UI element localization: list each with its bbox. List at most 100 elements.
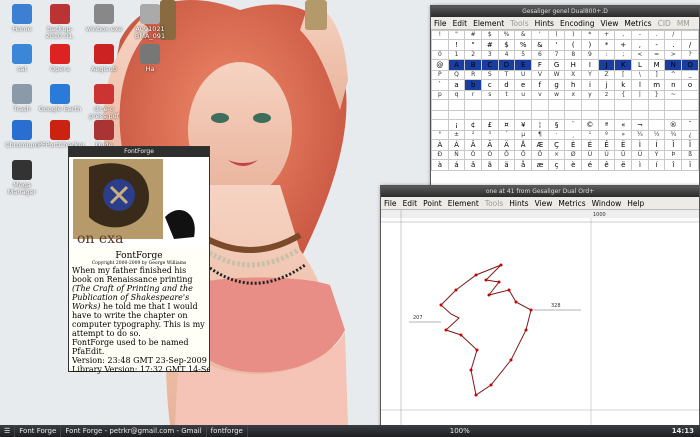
glyph-cell[interactable]: G [547, 59, 566, 71]
glyph-cell[interactable] [597, 99, 616, 111]
desktop-icon[interactable]: A091021 BMA_091 [128, 4, 172, 40]
taskbar-item-fontforge[interactable]: Font Forge [15, 425, 62, 437]
glyph-cell-label[interactable] [547, 110, 566, 120]
glyph-cell[interactable]: c [480, 79, 499, 91]
glyph-cell-label[interactable] [664, 110, 683, 120]
glyph-cell[interactable] [564, 99, 583, 111]
glyph-cell-label[interactable]: V [531, 70, 549, 80]
glyph-cell-label[interactable] [531, 110, 549, 120]
glyph-cell[interactable]: Ï [681, 139, 699, 151]
glyph-cell-label[interactable] [480, 110, 499, 120]
menu-item[interactable]: File [434, 19, 447, 28]
glyph-cell-label[interactable]: x [564, 90, 583, 100]
glyph-cell[interactable] [547, 99, 566, 111]
glyph-cell-label[interactable]: y [581, 90, 599, 100]
glyph-cell[interactable] [431, 99, 449, 111]
glyph-cell[interactable]: ë [614, 159, 633, 171]
glyph-cell[interactable] [681, 99, 699, 111]
glyph-cell[interactable]: § [547, 119, 566, 131]
glyph-cell[interactable]: d [497, 79, 516, 91]
glyph-cell-label[interactable]: < [631, 50, 649, 60]
glyph-cell[interactable]: + [614, 39, 633, 51]
glyph-cell-label[interactable]: u [514, 90, 533, 100]
glyph-cell[interactable]: è [564, 159, 583, 171]
glyph-cell[interactable]: h [564, 79, 583, 91]
menu-item[interactable]: CID [658, 19, 671, 28]
glyph-cell[interactable]: ¨ [564, 119, 583, 131]
glyph-cell-label[interactable]: ( [547, 30, 566, 40]
glyph-cell[interactable]: - [647, 39, 666, 51]
glyph-cell-label[interactable]: | [631, 90, 649, 100]
glyph-cell[interactable]: î [664, 159, 683, 171]
glyph-cell[interactable]: b [464, 79, 482, 91]
glyph-cell-label[interactable]: Ù [581, 150, 599, 160]
glyph-cell-label[interactable]: Ý [647, 150, 666, 160]
glyph-cell[interactable]: K [614, 59, 633, 71]
glyph-cell[interactable]: O [681, 59, 699, 71]
glyph-cell-label[interactable]: Ú [597, 150, 616, 160]
glyph-cell[interactable]: L [631, 59, 649, 71]
glyph-cell-label[interactable] [464, 110, 482, 120]
glyph-cell[interactable]: £ [480, 119, 499, 131]
glyph-cell[interactable]: m [647, 79, 666, 91]
glyph-cell-label[interactable]: ] [647, 70, 666, 80]
menu-item[interactable]: View [601, 19, 619, 28]
glyph-cell[interactable]: / [681, 39, 699, 51]
glyph-cell-label[interactable]: Û [614, 150, 633, 160]
glyph-cell[interactable]: é [581, 159, 599, 171]
glyph-cell[interactable]: Ç [547, 139, 566, 151]
glyph-cell-label[interactable]: × [547, 150, 566, 160]
glyph-cell[interactable]: Ê [597, 139, 616, 151]
glyph-cell-label[interactable]: 3 [480, 50, 499, 60]
glyph-cell-label[interactable]: ¿ [681, 130, 699, 140]
glyph-cell[interactable]: & [531, 39, 549, 51]
glyph-cell-label[interactable]: $ [480, 30, 499, 40]
glyph-cell[interactable]: å [514, 159, 533, 171]
glyph-cell[interactable]: N [664, 59, 683, 71]
start-menu-button[interactable]: ☰ [0, 425, 16, 437]
glyph-cell[interactable]: « [614, 119, 633, 131]
glyph-cell[interactable]: æ [531, 159, 549, 171]
glyph-cell[interactable] [497, 99, 516, 111]
glyph-cell-label[interactable]: Ö [531, 150, 549, 160]
glyph-cell-label[interactable]: Õ [514, 150, 533, 160]
glyph-cell[interactable]: * [597, 39, 616, 51]
glyph-cell-label[interactable]: Ü [631, 150, 649, 160]
glyph-cell[interactable]: È [564, 139, 583, 151]
glyph-canvas[interactable]: 207 328 1000 [381, 210, 699, 426]
menu-item[interactable]: Hints [535, 19, 554, 28]
glyph-cell[interactable]: # [480, 39, 499, 51]
glyph-cell[interactable]: ã [480, 159, 499, 171]
glyph-cell-label[interactable]: + [597, 30, 616, 40]
glyph-cell-label[interactable]: q [447, 90, 466, 100]
glyph-grid[interactable]: ! " # $% & '() * +, -. /! " # $% & '() * +, -./0 1 2 3 4 5 6 7 8 9… [431, 30, 699, 186]
glyph-cell-label[interactable]: R [464, 70, 482, 80]
glyph-cell[interactable] [614, 99, 633, 111]
glyph-cell[interactable]: ¡ [447, 119, 466, 131]
glyph-cell[interactable]: â [464, 159, 482, 171]
glyph-cell[interactable]: à [431, 159, 449, 171]
menu-item[interactable]: Tools [510, 19, 528, 28]
desktop-icon[interactable]: backup-2010.01. [38, 4, 82, 40]
glyph-cell[interactable]: ¯ [681, 119, 699, 131]
glyph-cell-label[interactable]: ^ [664, 70, 683, 80]
glyph-cell-label[interactable]: , [614, 30, 633, 40]
glyph-cell[interactable] [431, 119, 449, 131]
glyph-cell-label[interactable]: ? [681, 50, 699, 60]
glyph-cell[interactable]: Æ [531, 139, 549, 151]
glyph-cell-label[interactable]: 0 [431, 50, 449, 60]
glyph-cell[interactable] [514, 99, 533, 111]
glyph-cell[interactable]: a [447, 79, 466, 91]
menu-item[interactable]: View [535, 199, 553, 208]
glyph-cell[interactable]: á [447, 159, 466, 171]
glyph-cell-label[interactable]: U [514, 70, 533, 80]
glyph-cell[interactable]: g [547, 79, 566, 91]
glyph-cell-label[interactable]: ß [681, 150, 699, 160]
glyph-cell-label[interactable]: Ø [564, 150, 583, 160]
glyph-cell-label[interactable] [681, 110, 699, 120]
glyph-cell[interactable]: Î [664, 139, 683, 151]
glyph-cell[interactable]: ' [547, 39, 566, 51]
glyph-cell-label[interactable]: 7 [547, 50, 566, 60]
glyph-cell[interactable]: . [664, 39, 683, 51]
glyph-cell[interactable] [631, 99, 649, 111]
